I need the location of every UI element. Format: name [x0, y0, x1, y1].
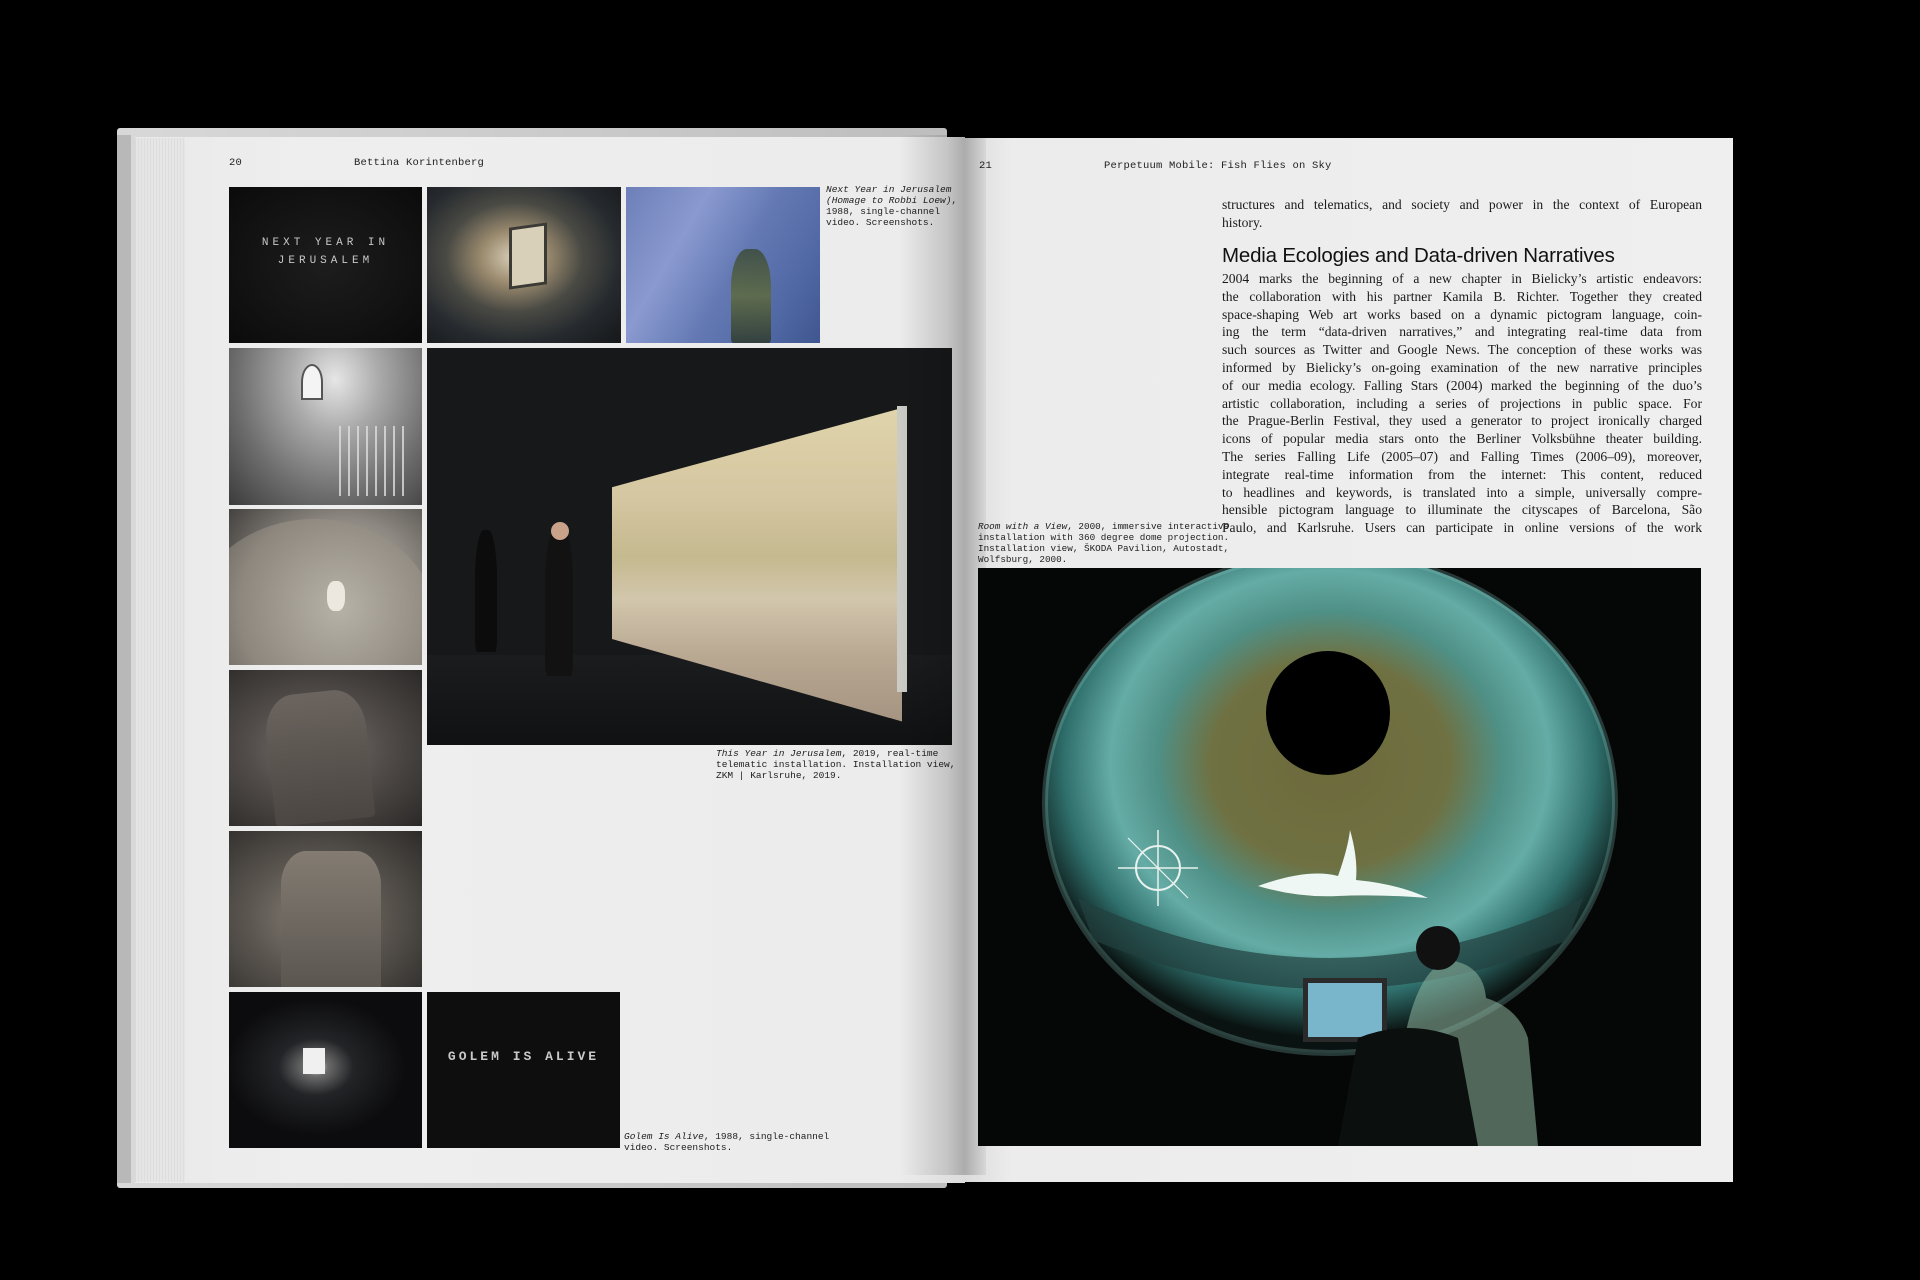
text-line: The series Falling Life (2005–07) and Fa…: [1222, 448, 1702, 464]
caption-this-year-details: , 2019, real-time: [841, 748, 939, 759]
stone-opening: [327, 581, 345, 611]
book-cover-edge: [117, 135, 131, 1183]
right-running-head: Perpetuum Mobile: Fish Flies on Sky: [1104, 160, 1332, 172]
figure-shadow: [731, 249, 771, 343]
wall-screenshot-blue: [626, 187, 820, 343]
caption-golem-title: Golem Is Alive: [624, 1131, 704, 1142]
screenshot-title-line1: NEXT YEAR IN: [261, 237, 390, 249]
screenshot-golem-title: GOLEM IS ALIVE: [447, 1049, 600, 1064]
text-line: integrate real-time information from the…: [1222, 466, 1702, 482]
caption-next-year-line3: 1988, single-channel: [826, 206, 941, 217]
text-line: such sources as Twitter and Google News.…: [1222, 342, 1702, 358]
stairs-screenshot: [229, 348, 422, 505]
gravestone-screenshot-1: [229, 670, 422, 826]
window-frame: [509, 222, 547, 290]
projection-wall: [612, 408, 902, 738]
caption-room-with-a-view: Room with a View, 2000, immersive intera…: [978, 521, 1229, 565]
text-line: history.: [1222, 214, 1263, 230]
caption-golem-line2: video. Screenshots.: [624, 1142, 733, 1153]
left-running-head: Bettina Korintenberg: [354, 157, 485, 169]
caption-room-line4: Wolfsburg, 2000.: [978, 554, 1068, 565]
gravestone-2: [281, 851, 381, 987]
caption-next-year: Next Year in Jerusalem (Homage to Robbi …: [826, 184, 958, 228]
visitor-silhouette-1: [475, 530, 497, 652]
visitor-face: [551, 522, 569, 540]
screenshot-title-line2: JERUSALEM: [277, 255, 374, 267]
text-line: Paulo, and Karlsruhe. Users can particip…: [1222, 520, 1702, 536]
railing: [339, 426, 409, 496]
page-stack-edge: [135, 138, 185, 1182]
caption-this-year: This Year in Jerusalem, 2019, real-time …: [716, 748, 955, 781]
text-line: ing the term “data-driven narratives,” a…: [1222, 324, 1702, 340]
caption-this-year-line2: telematic installation. Installation vie…: [716, 759, 956, 770]
text-line: space-shaping Web art works based on a d…: [1222, 306, 1702, 322]
text-line: icons of popular media stars onto the Be…: [1222, 431, 1702, 447]
caption-this-year-line3: ZKM | Karlsruhe, 2019.: [716, 770, 842, 781]
arched-window: [301, 364, 323, 400]
caption-golem: Golem Is Alive, 1988, single-channel vid…: [624, 1131, 829, 1153]
body-paragraph: 2004 marks the beginning of a new chapte…: [1222, 270, 1702, 537]
gravestone-screenshot-2: [229, 831, 422, 987]
text-line: of our media ecology. Falling Stars (200…: [1222, 377, 1702, 393]
right-folio: 21: [979, 160, 993, 172]
text-line: the collaboration with his partner Kamil…: [1222, 288, 1702, 304]
caption-next-year-subtitle: (Homage to Robbi Loew): [826, 195, 952, 206]
screen-edge: [897, 406, 907, 692]
projected-wall-image: [612, 408, 902, 722]
golem-title-screenshot: GOLEM IS ALIVE: [427, 992, 620, 1148]
dome-illustration: [978, 568, 1701, 1146]
text-line: hensible pictogram language to illuminat…: [1222, 502, 1702, 518]
stone-screenshot: [229, 509, 422, 665]
text-line: informed by Bielicky’s on-going examinat…: [1222, 359, 1702, 375]
light-window: [303, 1048, 325, 1074]
visitor-silhouette-2: [545, 526, 573, 676]
left-folio: 20: [229, 157, 243, 169]
caption-room-details: , 2000, immersive interactive: [1067, 521, 1230, 532]
golem-dark-screenshot: [229, 992, 422, 1148]
caption-room-line3: Installation view, ŠKODA Pavilion, Autos…: [978, 543, 1230, 554]
text-line: to headlines and keywords, is translated…: [1222, 484, 1702, 500]
next-year-title-screenshot: NEXT YEAR IN JERUSALEM: [229, 187, 422, 343]
text-line: structures and telematics, and society a…: [1222, 197, 1702, 212]
intro-paragraph: structures and telematics, and society a…: [1222, 196, 1702, 232]
caption-room-title: Room with a View: [978, 521, 1068, 532]
gravestone-1: [262, 687, 376, 826]
installation-view-photo: [427, 348, 952, 745]
stone-surface: [229, 519, 422, 665]
caption-golem-details: , 1988, single-channel: [703, 1131, 830, 1142]
caption-this-year-title: This Year in Jerusalem: [716, 748, 842, 759]
section-heading: Media Ecologies and Data-driven Narrativ…: [1222, 244, 1615, 267]
caption-room-line2: installation with 360 degree dome projec…: [978, 532, 1230, 543]
caption-next-year-line4: video. Screenshots.: [826, 217, 935, 228]
dome-projection-photo: [978, 568, 1701, 1146]
window-screenshot: [427, 187, 621, 343]
text-line: the Prague-Berlin Festival, they used a …: [1222, 413, 1702, 429]
text-line: 2004 marks the beginning of a new chapte…: [1222, 271, 1702, 286]
caption-next-year-title: Next Year in Jerusalem: [826, 184, 952, 195]
text-line: artistic collaboration, including a seri…: [1222, 395, 1702, 411]
